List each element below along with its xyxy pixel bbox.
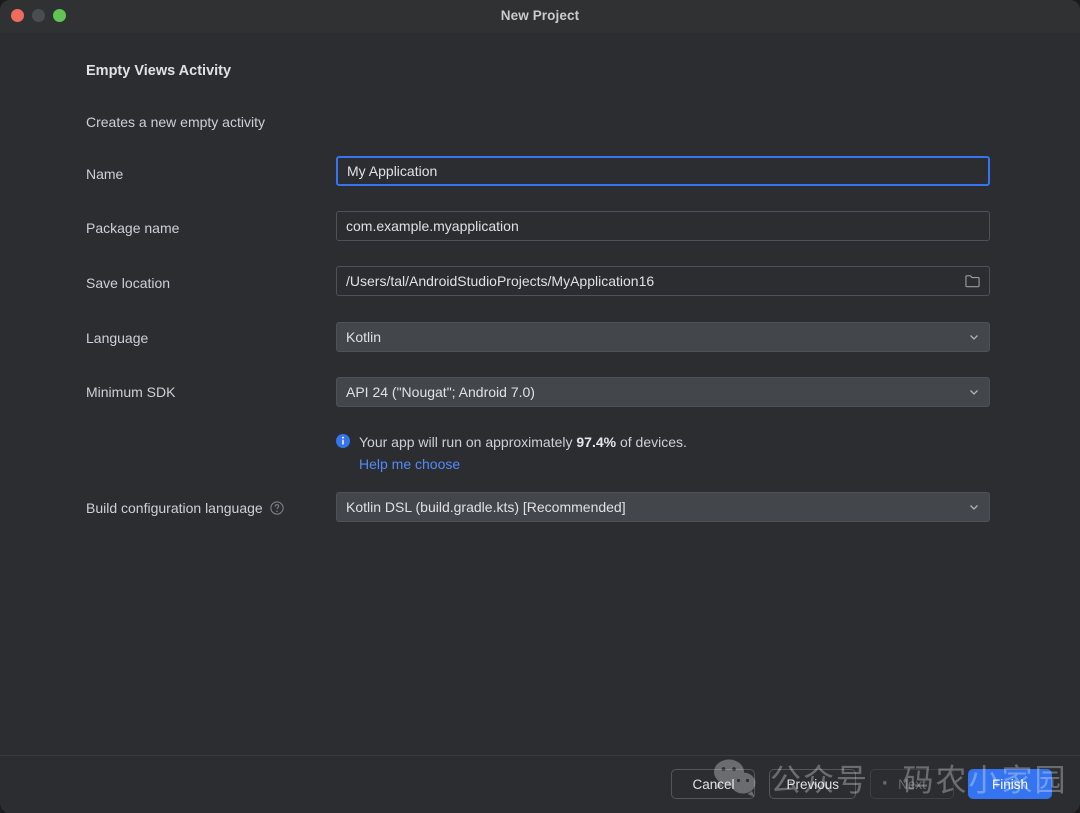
package-name-input-value: com.example.myapplication xyxy=(346,218,519,234)
window-title: New Project xyxy=(500,8,580,23)
label-save-location: Save location xyxy=(86,275,171,291)
finish-button[interactable]: Finish xyxy=(968,769,1052,799)
chevron-down-icon[interactable] xyxy=(968,386,980,398)
template-description: Creates a new empty activity xyxy=(86,114,265,130)
label-minimum-sdk: Minimum SDK xyxy=(86,384,176,400)
label-build-configuration-language: Build configuration language xyxy=(86,500,284,516)
help-icon[interactable] xyxy=(270,501,284,515)
build-configuration-language-dropdown[interactable]: Kotlin DSL (build.gradle.kts) [Recommend… xyxy=(336,492,990,522)
button-bar: Cancel Previous Next Finish xyxy=(671,769,1052,799)
save-location-input-value: /Users/tal/AndroidStudioProjects/MyAppli… xyxy=(346,273,655,289)
language-dropdown[interactable]: Kotlin xyxy=(336,322,990,352)
dialog-footer: Cancel Previous Next Finish xyxy=(0,755,1080,813)
name-input[interactable]: My Application xyxy=(336,156,990,186)
build-configuration-language-text: Build configuration language xyxy=(86,500,263,516)
title-bar: New Project xyxy=(0,0,1080,33)
label-name: Name xyxy=(86,166,124,182)
cancel-button[interactable]: Cancel xyxy=(671,769,756,799)
template-title: Empty Views Activity xyxy=(86,63,232,79)
chevron-down-icon[interactable] xyxy=(968,331,980,343)
sdk-coverage-text: Your app will run on approximately 97.4%… xyxy=(359,431,687,453)
language-dropdown-value: Kotlin xyxy=(346,329,382,345)
minimum-sdk-dropdown-value: API 24 ("Nougat"; Android 7.0) xyxy=(346,384,535,400)
sdk-coverage-prefix: Your app will run on approximately xyxy=(359,434,577,450)
folder-icon[interactable] xyxy=(965,274,980,288)
new-project-dialog: New Project Empty Views Activity Creates… xyxy=(0,0,1080,813)
chevron-down-icon[interactable] xyxy=(968,501,980,513)
build-configuration-language-dropdown-value: Kotlin DSL (build.gradle.kts) [Recommend… xyxy=(346,499,626,515)
package-name-input[interactable]: com.example.myapplication xyxy=(336,211,990,241)
next-button: Next xyxy=(870,769,954,799)
minimum-sdk-dropdown[interactable]: API 24 ("Nougat"; Android 7.0) xyxy=(336,377,990,407)
previous-button[interactable]: Previous xyxy=(769,769,856,799)
dialog-content: Empty Views Activity Creates a new empty… xyxy=(0,33,1080,755)
save-location-input[interactable]: /Users/tal/AndroidStudioProjects/MyAppli… xyxy=(336,266,990,296)
sdk-coverage-suffix: of devices. xyxy=(616,434,687,450)
help-me-choose-link[interactable]: Help me choose xyxy=(359,453,460,475)
name-input-value: My Application xyxy=(347,163,438,179)
label-language: Language xyxy=(86,330,149,346)
sdk-coverage-note: Your app will run on approximately 97.4%… xyxy=(336,431,687,476)
sdk-coverage-percent: 97.4% xyxy=(576,434,617,450)
info-icon xyxy=(336,434,350,448)
label-package-name: Package name xyxy=(86,220,180,236)
